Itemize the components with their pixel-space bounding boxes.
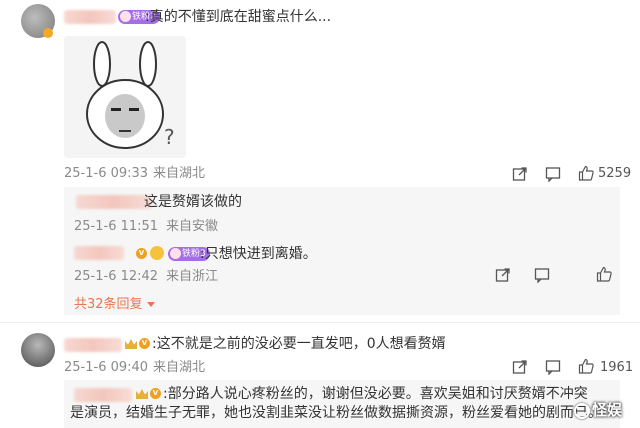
share-icon[interactable] — [512, 166, 528, 182]
comment-icon[interactable] — [545, 359, 561, 376]
avatar[interactable] — [21, 333, 55, 367]
crown-icon — [125, 339, 137, 349]
rabbit-meme-sticker[interactable]: ? — [64, 36, 186, 158]
watermark: 怪娱 — [574, 398, 634, 422]
share-icon[interactable] — [512, 359, 528, 375]
verified-badge: V — [139, 338, 150, 349]
comment-text: :真的不懂到底在甜蜜点什么... — [145, 9, 332, 25]
divider — [0, 322, 640, 323]
crown-icon — [136, 389, 148, 399]
reply-text: :部分路人说心疼粉丝的，谢谢但没必要。喜欢吴姐和讨厌赘婿不冲突 — [163, 386, 588, 402]
heart-icon — [120, 11, 131, 22]
level-badge — [43, 28, 53, 38]
comment-text: :这不就是之前的没必要一直发吧，0人想看赘婿 — [152, 336, 446, 352]
emoji-icon — [150, 246, 164, 260]
reply-text: 这是赘婿该做的 — [144, 194, 242, 210]
comment-icon[interactable] — [545, 166, 561, 183]
like-count: 1961 — [600, 360, 634, 375]
like-count: 5259 — [598, 166, 632, 181]
username-blurred[interactable] — [76, 195, 152, 209]
reply-text-continued: 是演员，结婚生子无罪，她也没割韭菜没让粉丝做数据撕资源，粉丝爱看她的剧而已。 — [70, 405, 602, 421]
username-blurred[interactable] — [74, 388, 132, 402]
svg-text:?: ? — [164, 125, 175, 149]
comment-icon[interactable] — [534, 267, 550, 284]
like-icon[interactable] — [578, 165, 594, 181]
username-blurred[interactable] — [74, 246, 124, 260]
reply-list: V :部分路人说心疼粉丝的，谢谢但没必要。喜欢吴姐和讨厌赘婿不冲突 是演员，结婚… — [64, 380, 620, 428]
reply-time: 25-1-6 11:51 — [74, 219, 159, 234]
play-icon — [574, 402, 590, 419]
username-blurred[interactable] — [64, 338, 122, 352]
reply-location: 来自安徽 — [166, 219, 219, 234]
like-icon[interactable] — [578, 358, 594, 374]
share-icon[interactable] — [495, 267, 511, 283]
reply-list: 这是赘婿该做的 25-1-6 11:51 来自安徽 V 铁粉3 :只想快进到离婚… — [64, 187, 620, 315]
rabbit-sticker-drawing: ? — [86, 41, 175, 149]
heart-icon — [170, 248, 181, 259]
reply-time: 25-1-6 12:42 — [74, 269, 159, 284]
like-icon[interactable] — [596, 266, 612, 282]
reply-location: 来自浙江 — [166, 269, 219, 284]
comment-location: 来自湖北 — [153, 360, 206, 375]
comment-time: 25-1-6 09:40 — [64, 360, 149, 375]
verified-badge: V — [150, 388, 161, 399]
reply-text: :只想快进到离婚。 — [200, 246, 317, 262]
chevron-down-icon — [146, 302, 155, 307]
more-replies-link[interactable]: 共32条回复 — [74, 297, 155, 313]
verified-badge: V — [136, 248, 147, 259]
username-blurred[interactable] — [64, 10, 116, 24]
comment-location: 来自湖北 — [153, 166, 206, 181]
comment-time: 25-1-6 09:33 — [64, 166, 149, 181]
